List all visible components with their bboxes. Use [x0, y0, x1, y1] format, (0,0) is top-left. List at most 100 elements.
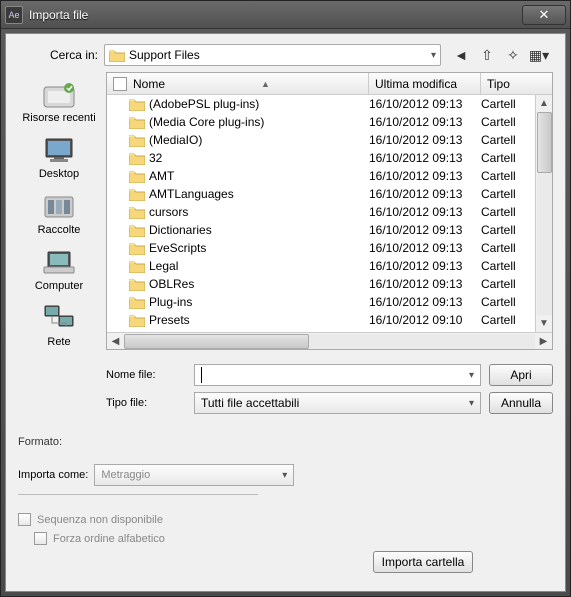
- file-list[interactable]: (AdobePSL plug-ins)16/10/2012 09:13Carte…: [107, 95, 552, 332]
- folder-icon: [129, 116, 145, 129]
- places-recent[interactable]: Risorse recenti: [22, 76, 95, 130]
- nav-back-button[interactable]: ◄: [451, 45, 471, 65]
- close-icon: ✕: [539, 7, 550, 23]
- file-name: Plug-ins: [149, 295, 192, 309]
- formato-label: Formato:: [18, 436, 553, 448]
- dialog-content: Cerca in: Support Files ▾ ◄ ⇧ ✧ ▦▾: [5, 33, 566, 592]
- scroll-down-button[interactable]: ▼: [537, 315, 552, 332]
- horizontal-scrollbar[interactable]: ◀ ▶: [107, 332, 552, 349]
- table-row[interactable]: AMTLanguages16/10/2012 09:13Cartell: [107, 185, 552, 203]
- filename-input[interactable]: ▾: [194, 364, 481, 386]
- file-name: (AdobePSL plug-ins): [149, 97, 259, 111]
- scroll-track[interactable]: [537, 112, 552, 315]
- folder-icon: [129, 98, 145, 111]
- network-icon: [41, 302, 77, 334]
- col-header-type[interactable]: Tipo: [481, 73, 552, 94]
- new-folder-icon: ✧: [507, 47, 519, 64]
- file-date: 16/10/2012 09:13: [369, 115, 481, 129]
- table-row[interactable]: Dictionaries16/10/2012 09:13Cartell: [107, 221, 552, 239]
- scroll-left-button[interactable]: ◀: [107, 334, 124, 349]
- file-name: (MediaIO): [149, 133, 202, 147]
- places-bar: Risorse recenti Desktop Raccolte: [18, 72, 100, 354]
- scroll-thumb[interactable]: [537, 112, 552, 173]
- file-date: 16/10/2012 09:13: [369, 151, 481, 165]
- computer-icon: [41, 246, 77, 278]
- sequence-checkbox[interactable]: [18, 513, 31, 526]
- places-libraries[interactable]: Raccolte: [38, 188, 81, 242]
- file-name: AMT: [149, 169, 174, 183]
- table-row[interactable]: AMT16/10/2012 09:13Cartell: [107, 167, 552, 185]
- places-desktop[interactable]: Desktop: [39, 132, 79, 186]
- chevron-down-icon[interactable]: ▾: [469, 398, 474, 409]
- cancel-button[interactable]: Annulla: [489, 392, 553, 414]
- table-row[interactable]: OBLRes16/10/2012 09:13Cartell: [107, 275, 552, 293]
- table-row[interactable]: (AdobePSL plug-ins)16/10/2012 09:13Carte…: [107, 95, 552, 113]
- main-area: Risorse recenti Desktop Raccolte: [18, 72, 553, 354]
- scroll-right-button[interactable]: ▶: [535, 334, 552, 349]
- import-dialog: Ae Importa file ✕ Cerca in: Support File…: [0, 0, 571, 597]
- table-row[interactable]: (MediaIO)16/10/2012 09:13Cartell: [107, 131, 552, 149]
- import-as-combo[interactable]: Metraggio ▾: [94, 464, 294, 486]
- header-checkbox[interactable]: [113, 77, 127, 91]
- filetype-label: Tipo file:: [106, 397, 186, 409]
- file-name: Dictionaries: [149, 223, 212, 237]
- vertical-scrollbar[interactable]: ▲ ▼: [535, 95, 552, 332]
- folder-icon: [129, 152, 145, 165]
- open-button[interactable]: Apri: [489, 364, 553, 386]
- folder-icon: [129, 224, 145, 237]
- table-row[interactable]: cursors16/10/2012 09:13Cartell: [107, 203, 552, 221]
- h-scroll-thumb[interactable]: [124, 334, 309, 349]
- nav-up-button[interactable]: ⇧: [477, 45, 497, 65]
- close-button[interactable]: ✕: [522, 5, 566, 25]
- sort-asc-icon: ▲: [261, 79, 270, 89]
- folder-icon: [129, 188, 145, 201]
- alpha-order-row: Forza ordine alfabetico: [34, 532, 553, 545]
- footer-row: Importa cartella: [18, 551, 553, 573]
- chevron-down-icon[interactable]: ▾: [469, 370, 474, 381]
- titlebar[interactable]: Ae Importa file ✕: [1, 1, 570, 29]
- grid-view-icon: ▦▾: [529, 47, 549, 64]
- look-in-row: Cerca in: Support Files ▾ ◄ ⇧ ✧ ▦▾: [18, 44, 553, 66]
- col-header-name[interactable]: Nome ▲: [107, 73, 369, 94]
- view-menu-button[interactable]: ▦▾: [529, 45, 549, 65]
- table-row[interactable]: (Media Core plug-ins)16/10/2012 09:13Car…: [107, 113, 552, 131]
- filetype-combo[interactable]: Tutti file accettabili ▾: [194, 392, 481, 414]
- alpha-order-checkbox[interactable]: [34, 532, 47, 545]
- table-row[interactable]: EveScripts16/10/2012 09:13Cartell: [107, 239, 552, 257]
- look-in-combo[interactable]: Support Files ▾: [104, 44, 441, 66]
- file-name: Legal: [149, 259, 178, 273]
- col-name-label: Nome: [133, 77, 165, 91]
- file-date: 16/10/2012 09:10: [369, 313, 481, 327]
- col-header-date[interactable]: Ultima modifica: [369, 73, 481, 94]
- filename-row: Nome file: ▾ Apri: [18, 364, 553, 386]
- libraries-icon: [41, 190, 77, 222]
- recent-icon: [41, 78, 77, 110]
- place-label: Desktop: [39, 168, 79, 180]
- folder-icon: [129, 260, 145, 273]
- file-name: EveScripts: [149, 241, 206, 255]
- file-name: AMTLanguages: [149, 187, 234, 201]
- h-scroll-track[interactable]: [124, 334, 535, 349]
- place-label: Risorse recenti: [22, 112, 95, 124]
- places-network[interactable]: Rete: [41, 300, 77, 354]
- table-row[interactable]: Plug-ins16/10/2012 09:13Cartell: [107, 293, 552, 311]
- scroll-up-button[interactable]: ▲: [537, 95, 552, 112]
- chevron-down-icon: ▾: [431, 50, 436, 61]
- chevron-down-icon[interactable]: ▾: [282, 470, 287, 481]
- folder-icon: [129, 170, 145, 183]
- table-row[interactable]: 3216/10/2012 09:13Cartell: [107, 149, 552, 167]
- file-date: 16/10/2012 09:13: [369, 97, 481, 111]
- file-date: 16/10/2012 09:13: [369, 187, 481, 201]
- file-date: 16/10/2012 09:13: [369, 223, 481, 237]
- new-folder-button[interactable]: ✧: [503, 45, 523, 65]
- desktop-icon: [41, 134, 77, 166]
- look-in-label: Cerca in:: [18, 48, 98, 62]
- import-folder-button[interactable]: Importa cartella: [373, 551, 473, 573]
- place-label: Computer: [35, 280, 83, 292]
- table-row[interactable]: Legal16/10/2012 09:13Cartell: [107, 257, 552, 275]
- import-as-label: Importa come:: [18, 469, 88, 481]
- table-row[interactable]: Presets16/10/2012 09:10Cartell: [107, 311, 552, 329]
- folder-up-icon: ⇧: [481, 47, 493, 64]
- divider: [18, 494, 258, 495]
- places-computer[interactable]: Computer: [35, 244, 83, 298]
